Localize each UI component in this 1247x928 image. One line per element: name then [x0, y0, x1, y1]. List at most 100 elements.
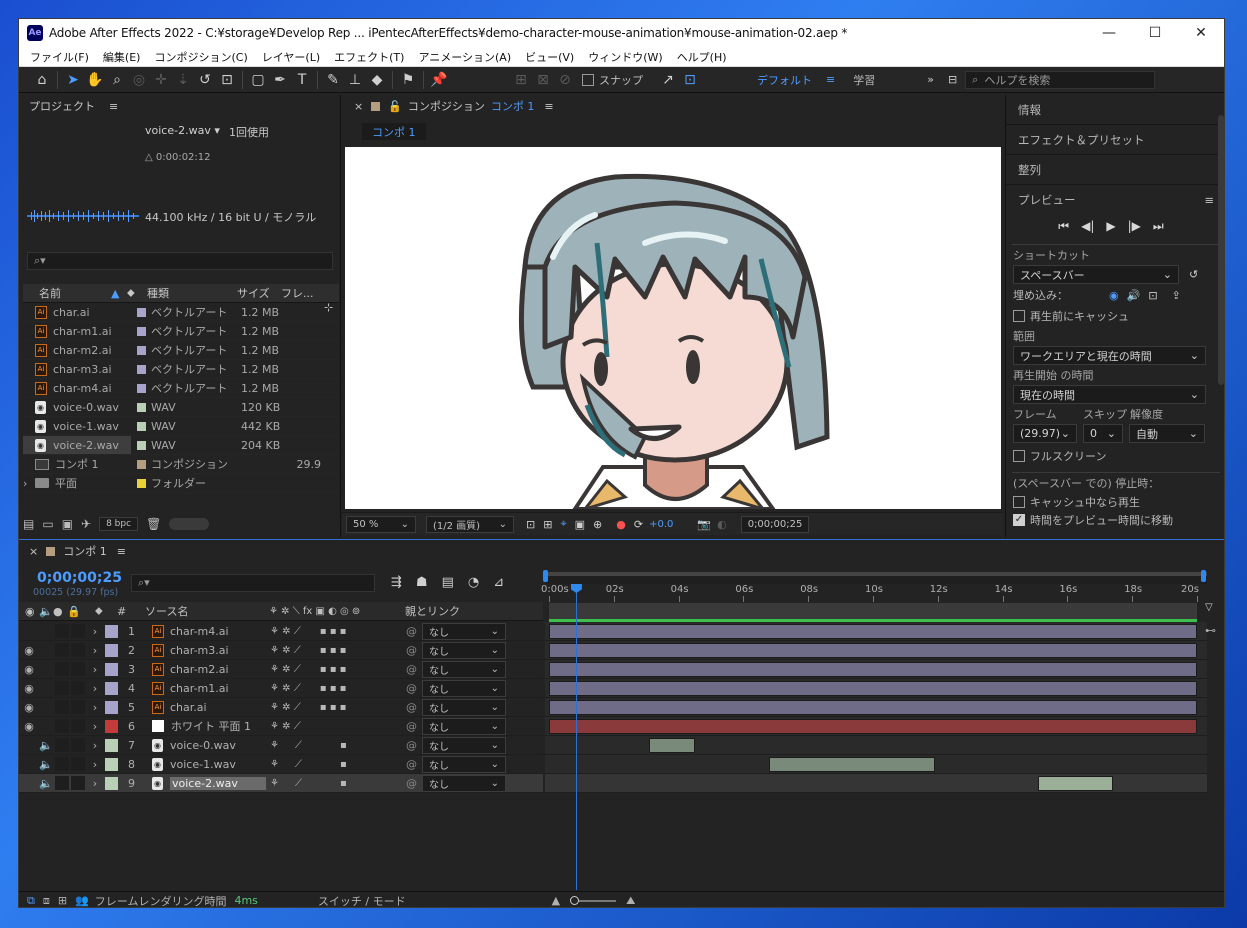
layer-label-color[interactable]	[105, 776, 118, 790]
flowchart-icon[interactable]: ⊹	[324, 301, 333, 314]
view-axis-icon[interactable]: ⊘	[554, 69, 576, 91]
sync-settings-icon[interactable]: ⊟	[948, 73, 957, 86]
snapshot-icon[interactable]: 📷	[697, 518, 711, 531]
transparency-grid-icon[interactable]: ⊞	[543, 518, 552, 531]
reset-icon[interactable]: ↺	[1189, 268, 1198, 281]
solo-switch-icon[interactable]: ●	[53, 605, 67, 618]
zoom-out-icon[interactable]: ▲	[552, 894, 560, 907]
layer-source-cell[interactable]: ◉ voice-1.wav	[152, 757, 270, 771]
layer-label-color[interactable]	[105, 662, 118, 676]
maximize-button[interactable]: ☐	[1132, 19, 1178, 47]
fast-preview-icon[interactable]: ⊡	[526, 518, 535, 531]
info-panel-tab[interactable]: 情報	[1006, 95, 1224, 125]
label-swatch[interactable]	[131, 440, 151, 450]
speaker-icon[interactable]: 🔈	[39, 739, 53, 752]
layer-track[interactable]	[545, 736, 1207, 755]
menu-item[interactable]: ヘルプ(H)	[670, 49, 734, 65]
lock-toggle[interactable]	[71, 662, 85, 676]
layer-duration-bar[interactable]	[549, 624, 1197, 639]
chevron-right-icon[interactable]: ›	[85, 720, 105, 733]
layer-source-cell[interactable]: ホワイト 平面 1	[152, 718, 270, 734]
layer-row[interactable]: ◉ › 4 Ai char-m1.ai ⚘ ✲ ⟋ ▪ ▪ ▪ @ なし ⌄	[19, 679, 543, 698]
layer-track[interactable]	[545, 717, 1207, 736]
lock-toggle[interactable]	[71, 681, 85, 695]
layer-source-cell[interactable]: Ai char.ai	[152, 700, 270, 714]
project-item-row[interactable]: コンポ 1 コンポジション 29.9	[23, 455, 339, 474]
close-tab-icon[interactable]: ×	[29, 545, 38, 558]
close-button[interactable]: ✕	[1178, 19, 1224, 47]
play-from-dropdown[interactable]: 現在の時間 ⌄	[1013, 385, 1206, 404]
pickwhip-icon[interactable]: @	[406, 682, 422, 695]
thumbnail-slider[interactable]	[169, 518, 210, 530]
layer-switches[interactable]: ⚘ ✲ ⟋	[270, 721, 406, 732]
eye-icon[interactable]: ◉	[19, 720, 39, 733]
lock-toggle[interactable]	[71, 700, 85, 714]
viewer-timecode[interactable]: 0;00;00;25	[740, 515, 809, 533]
solo-toggle[interactable]	[55, 776, 69, 790]
chevron-right-icon[interactable]: ›	[85, 682, 105, 695]
project-item-row[interactable]: › 平面 フォルダー	[23, 474, 339, 493]
snap-toggle[interactable]: スナップ	[582, 72, 643, 88]
puppet-pin-icon[interactable]: 📌	[428, 69, 450, 91]
color-channels-icon[interactable]: ●	[616, 518, 626, 531]
menu-item[interactable]: ウィンドウ(W)	[581, 49, 669, 65]
lock-toggle[interactable]	[71, 643, 85, 657]
solo-toggle[interactable]	[55, 624, 69, 638]
frame-rate-dropdown[interactable]: (29.97) ⌄	[1013, 424, 1077, 443]
local-axis-icon[interactable]: ⊞	[510, 69, 532, 91]
layer-track[interactable]	[545, 774, 1207, 793]
parent-dropdown[interactable]: なし ⌄	[422, 679, 506, 697]
guides-icon[interactable]: ⊕	[593, 518, 602, 531]
solo-toggle[interactable]	[55, 681, 69, 695]
snap-checkbox[interactable]	[582, 73, 594, 86]
label-column-icon[interactable]: ⬥	[95, 604, 117, 618]
sort-ascending-icon[interactable]: ▲	[111, 287, 127, 300]
layer-row[interactable]: 🔈 › 7 ◉ voice-0.wav ⚘ ⟋ ▪ @ なし ⌄	[19, 736, 543, 755]
column-frame[interactable]: フレ...	[281, 285, 321, 301]
chevron-right-icon[interactable]: ›	[85, 644, 105, 657]
label-swatch[interactable]	[131, 326, 151, 336]
cache-play-row[interactable]: キャッシュ中なら再生	[1006, 493, 1224, 511]
orbit-camera-icon[interactable]: ◎	[128, 69, 150, 91]
menu-item[interactable]: エフェクト(T)	[327, 49, 411, 65]
solo-toggle[interactable]	[55, 738, 69, 752]
cache-before-checkbox[interactable]	[1013, 310, 1025, 322]
pickwhip-icon[interactable]: @	[406, 625, 422, 638]
label-swatch[interactable]	[131, 307, 151, 317]
layer-switches[interactable]: ⚘ ✲ ⟋ ▪ ▪ ▪	[270, 645, 406, 656]
project-item-row[interactable]: Ai char-m4.ai ベクトルアート 1.2 MB	[23, 379, 339, 398]
project-item-row[interactable]: ◉ voice-0.wav WAV 120 KB	[23, 398, 339, 417]
next-frame-icon[interactable]: |▶︎	[1128, 219, 1141, 233]
cache-before-row[interactable]: 再生前にキャッシュ	[1006, 306, 1224, 326]
help-search-box[interactable]: ⌕ ヘルプを検索	[965, 70, 1156, 89]
layer-source-cell[interactable]: Ai char-m1.ai	[152, 681, 270, 695]
show-snapshot-icon[interactable]: ◐	[717, 518, 727, 531]
pickwhip-icon[interactable]: @	[406, 663, 422, 676]
zoom-slider-thumb[interactable]	[570, 895, 580, 905]
column-size[interactable]: サイズ	[237, 285, 281, 301]
include-overlays-icon[interactable]: ⊡	[1148, 289, 1157, 302]
eye-icon[interactable]: ◉	[19, 701, 39, 714]
skip-dropdown[interactable]: 0 ⌄	[1083, 424, 1123, 443]
composition-canvas[interactable]	[345, 147, 1001, 509]
lock-switch-icon[interactable]: 🔒	[67, 605, 95, 618]
workspace-default-tab[interactable]: デフォルト	[757, 72, 812, 88]
parent-dropdown[interactable]: なし ⌄	[422, 660, 506, 678]
layer-search-input[interactable]: ⌕▾	[131, 574, 375, 592]
layer-label-color[interactable]	[105, 757, 118, 771]
label-column-icon[interactable]: ⬥	[127, 286, 147, 300]
new-composition-icon[interactable]: ▣	[62, 517, 73, 531]
layer-switches[interactable]: ⚘ ⟋ ▪	[270, 759, 406, 770]
render-time-icon[interactable]: 👥	[75, 894, 89, 907]
brush-tool-icon[interactable]: ✎	[322, 69, 344, 91]
lock-toggle[interactable]	[71, 757, 85, 771]
move-time-row[interactable]: ✓ 時間をプレビュー時間に移動	[1006, 511, 1224, 529]
export-icon[interactable]: ⇪	[1172, 289, 1181, 302]
first-frame-icon[interactable]: ⏮	[1058, 219, 1069, 234]
project-search-input[interactable]: ⌕▾	[27, 252, 333, 270]
menu-item[interactable]: コンポジション(C)	[147, 49, 254, 65]
layer-row[interactable]: ◉ › 5 Ai char.ai ⚘ ✲ ⟋ ▪ ▪ ▪ @ なし ⌄	[19, 698, 543, 717]
parent-dropdown[interactable]: なし ⌄	[422, 698, 506, 716]
solo-toggle[interactable]	[55, 643, 69, 657]
layer-duration-bar[interactable]	[549, 662, 1197, 677]
